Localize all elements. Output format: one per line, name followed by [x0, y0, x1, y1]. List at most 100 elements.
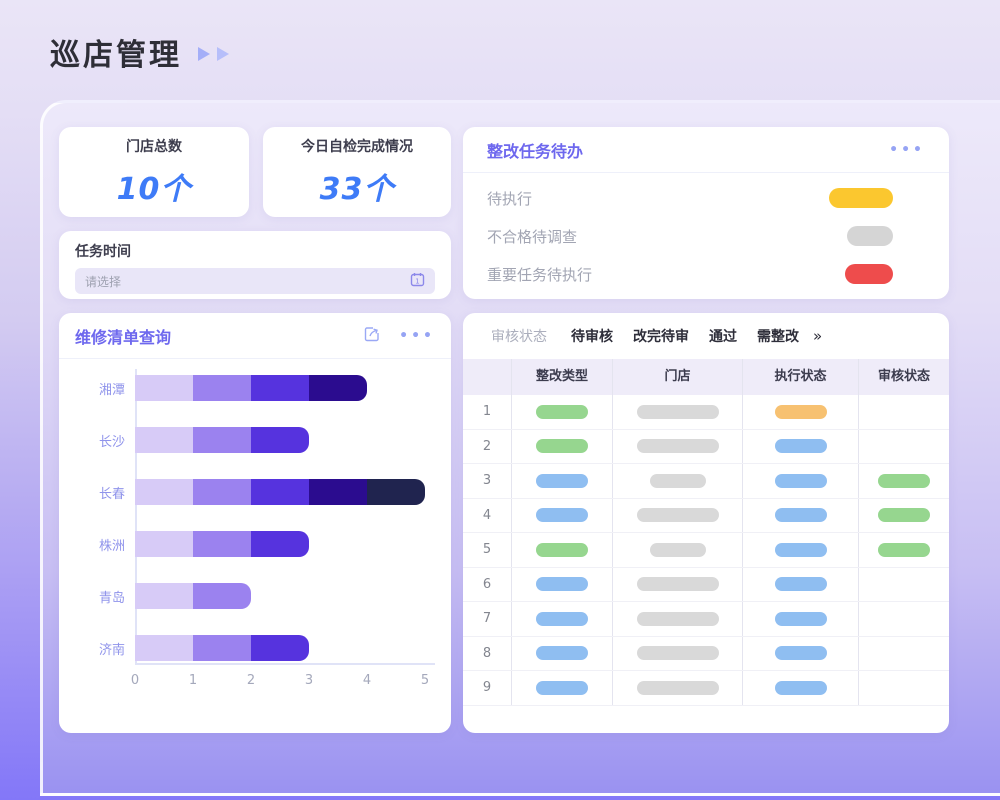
more-menu-icon[interactable]: •••: [399, 328, 435, 344]
table-body: 123456789: [463, 395, 949, 706]
chart-x-tick-label: 1: [181, 673, 205, 688]
tab-通过[interactable]: 通过: [709, 326, 737, 346]
table-row[interactable]: 2: [463, 430, 949, 465]
chart-x-axis: [135, 663, 435, 665]
chart-category-label: 株洲: [77, 535, 125, 554]
export-icon[interactable]: [363, 325, 381, 347]
repair-card-header: 维修清单查询 •••: [59, 313, 451, 359]
review-status-cell: [858, 395, 949, 429]
review-status-cell: [858, 430, 949, 464]
row-number: 4: [483, 508, 491, 523]
table-header-cell: 执行状态: [742, 359, 858, 395]
table-row[interactable]: 9: [463, 671, 949, 706]
rectify-type-cell: [511, 430, 612, 464]
repair-bar-chart: 湘潭 长沙 长春 株洲 青岛 济南 012345: [77, 375, 437, 715]
rectify-type-cell: [511, 533, 612, 567]
status-pill: [637, 612, 719, 626]
exec-status-cell: [742, 430, 858, 464]
chart-row: 株洲: [77, 531, 437, 557]
chart-stacked-bar: [135, 583, 251, 609]
todo-card-title: 整改任务待办: [487, 138, 889, 162]
tab-待审核[interactable]: 待审核: [571, 326, 613, 346]
status-pill: [637, 405, 719, 419]
review-status-cell: [858, 499, 949, 533]
chart-bar-segment: [135, 479, 193, 505]
review-status-cell: [858, 671, 949, 705]
todo-status-pill: [847, 226, 893, 246]
store-cell: [612, 602, 742, 636]
chart-stacked-bar: [135, 635, 309, 661]
chart-bar-segment: [251, 375, 309, 401]
todo-status-pill: [845, 264, 893, 284]
chart-bar-segment: [193, 531, 251, 557]
chart-bar-segment: [193, 479, 251, 505]
row-number-cell: 9: [463, 671, 511, 705]
review-table-card: 审核状态 待审核改完待审通过需整改 » 整改类型门店执行状态审核状态 12345…: [463, 313, 949, 733]
todo-item-label: 不合格待调查: [487, 226, 577, 247]
status-pill: [637, 439, 719, 453]
review-status-cell: [858, 602, 949, 636]
calendar-icon: 1: [410, 272, 425, 291]
task-time-picker[interactable]: 请选择 1: [75, 268, 435, 294]
table-header-cell: 门店: [612, 359, 742, 395]
table-row[interactable]: 7: [463, 602, 949, 637]
rectify-type-cell: [511, 568, 612, 602]
chart-x-tick-label: 3: [297, 673, 321, 688]
table-row[interactable]: 5: [463, 533, 949, 568]
chart-bar-segment: [309, 479, 367, 505]
rectify-type-cell: [511, 395, 612, 429]
row-number: 8: [483, 646, 491, 661]
table-row[interactable]: 3: [463, 464, 949, 499]
repair-card-title: 维修清单查询: [75, 324, 363, 348]
status-pill: [775, 508, 827, 522]
chart-category-label: 长沙: [77, 431, 125, 450]
stat-card-store-total: 门店总数 10个: [59, 127, 249, 217]
page-title: 巡店管理: [50, 30, 182, 74]
more-menu-icon[interactable]: •••: [889, 142, 925, 158]
status-pill: [536, 474, 588, 488]
exec-status-cell: [742, 464, 858, 498]
double-play-arrow-icon: [196, 45, 231, 63]
status-pill: [637, 577, 719, 591]
review-status-cell: [858, 533, 949, 567]
review-status-cell: [858, 637, 949, 671]
chart-bar-segment: [135, 375, 193, 401]
review-filter-label: 审核状态: [491, 326, 547, 346]
chart-bar-segment: [135, 635, 193, 661]
chart-bar-segment: [193, 583, 251, 609]
status-pill: [775, 612, 827, 626]
table-row[interactable]: 1: [463, 395, 949, 430]
status-pill: [536, 646, 588, 660]
todo-card-header: 整改任务待办 •••: [463, 127, 949, 173]
chart-row: 湘潭: [77, 375, 437, 401]
table-row[interactable]: 8: [463, 637, 949, 672]
todo-list: 待执行 不合格待调查 重要任务待执行: [463, 173, 949, 293]
tabs-overflow-icon[interactable]: »: [813, 327, 822, 345]
stat-label: 门店总数: [126, 136, 182, 156]
chart-x-tick-label: 2: [239, 673, 263, 688]
table-header-cell: 审核状态: [858, 359, 949, 395]
tab-需整改[interactable]: 需整改: [757, 326, 799, 346]
table-row[interactable]: 4: [463, 499, 949, 534]
row-number: 1: [483, 404, 491, 419]
chart-bar-segment: [251, 635, 309, 661]
chart-bar-segment: [251, 427, 309, 453]
todo-card: 整改任务待办 ••• 待执行 不合格待调查 重要任务待执行: [463, 127, 949, 299]
row-number: 6: [483, 577, 491, 592]
chart-row: 长沙: [77, 427, 437, 453]
review-status-tabs: 待审核改完待审通过需整改: [571, 326, 799, 346]
chart-bar-segment: [135, 531, 193, 557]
table-row[interactable]: 6: [463, 568, 949, 603]
tab-改完待审[interactable]: 改完待审: [633, 326, 689, 346]
task-time-label: 任务时间: [75, 241, 435, 261]
todo-item[interactable]: 重要任务待执行: [463, 255, 949, 293]
task-time-card: 任务时间 请选择 1: [59, 231, 451, 299]
todo-item-label: 待执行: [487, 188, 532, 209]
todo-item[interactable]: 待执行: [463, 179, 949, 217]
chart-category-label: 长春: [77, 483, 125, 502]
status-pill: [650, 543, 706, 557]
chart-row: 青岛: [77, 583, 437, 609]
todo-item[interactable]: 不合格待调查: [463, 217, 949, 255]
chart-category-label: 湘潭: [77, 379, 125, 398]
store-cell: [612, 637, 742, 671]
